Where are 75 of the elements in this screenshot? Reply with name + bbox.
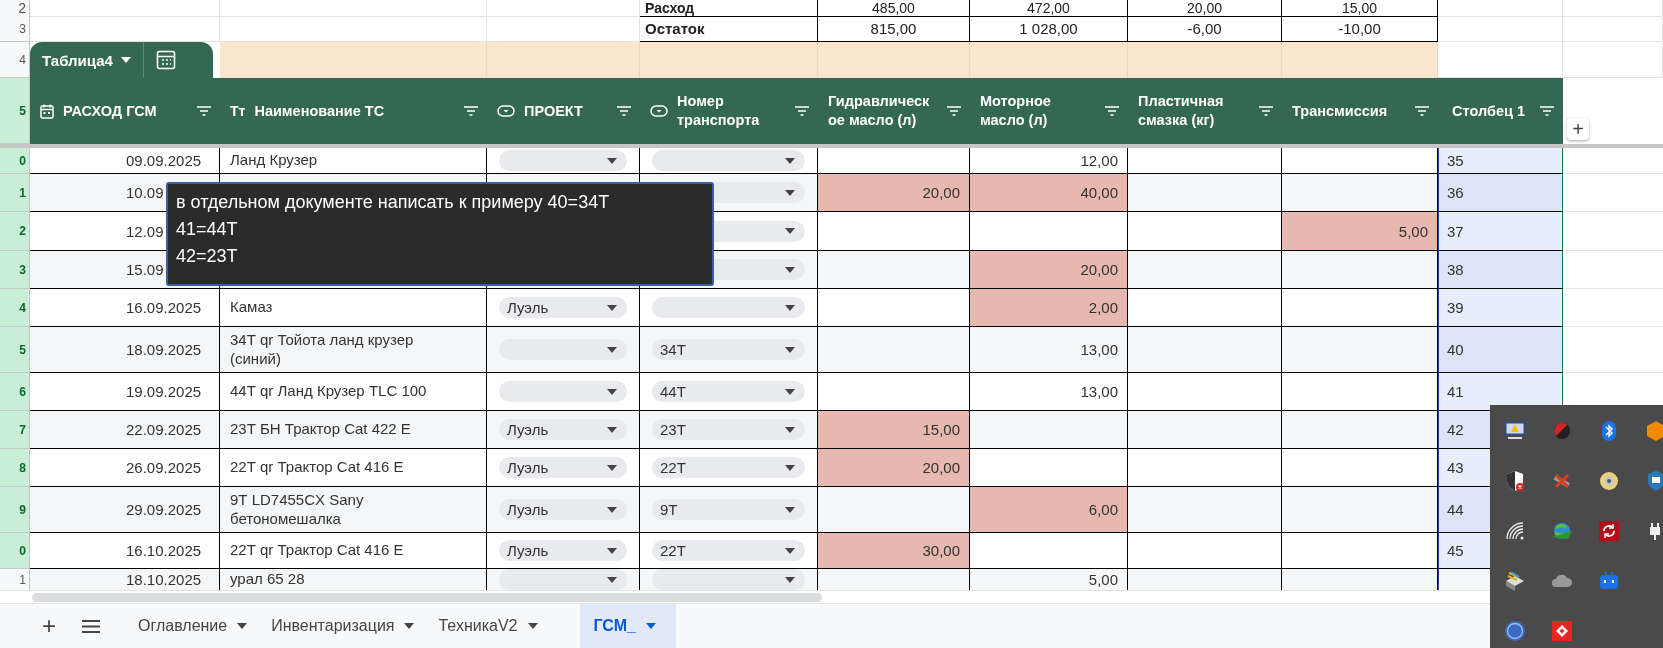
row-header[interactable]: 3	[0, 251, 30, 289]
column-title: Номер транспорта	[677, 92, 761, 130]
date-cell: 29.09.2025	[30, 487, 220, 533]
index-cell: 35	[1438, 148, 1563, 174]
transport-dropdown[interactable]: 44Т	[652, 381, 805, 402]
index-cell: 37	[1438, 212, 1563, 251]
value-cell: 20,00	[818, 449, 970, 487]
summary-value: 485,00	[818, 0, 970, 17]
transport-dropdown[interactable]: 22Т	[652, 457, 805, 478]
transport-dropdown[interactable]: 23Т	[652, 419, 805, 440]
date-cell: 18.09.2025	[30, 327, 220, 373]
table-tab[interactable]: Таблица4	[30, 42, 213, 78]
text-type-icon: Тт	[230, 103, 246, 119]
row-header[interactable]: 8	[0, 449, 30, 487]
project-dropdown[interactable]: Луэль	[499, 419, 627, 440]
sheet-tab[interactable]: Оглавление	[126, 604, 260, 648]
value-cell: 20,00	[970, 251, 1128, 289]
project-dropdown[interactable]: Луэль	[499, 457, 627, 478]
row-header[interactable]: 0	[0, 533, 30, 569]
row-header[interactable]: 6	[0, 373, 30, 411]
column-title: Гидравлическое масло (л)	[828, 92, 931, 130]
row-header[interactable]: 1	[0, 569, 30, 590]
date-cell: 18.10.2025	[30, 569, 220, 590]
name-cell: 34Т qr Тойота ланд крузер (синий)	[220, 327, 487, 373]
column-title: Столбец 1	[1451, 101, 1526, 121]
name-cell: урал 65 28	[220, 569, 487, 590]
name-cell: 23Т БН Трактор Cat 422 E	[220, 411, 487, 449]
value-cell: 40,00	[970, 174, 1128, 212]
index-cell: 39	[1438, 289, 1563, 327]
comment-tooltip: в отдельном документе написать к примеру 40=34Т 41=44Т 42=23Т	[166, 182, 714, 286]
transport-dropdown[interactable]: 22Т	[652, 540, 805, 561]
value-cell: 5,00	[970, 569, 1128, 590]
sheet-tab[interactable]: ТехникаV2	[426, 604, 550, 648]
column-title: Наименование ТС	[254, 101, 386, 121]
value-cell: 13,00	[970, 327, 1128, 373]
project-dropdown[interactable]: Луэль	[499, 297, 627, 318]
row-header[interactable]: 0	[0, 148, 30, 174]
column-title: Моторное масло (л)	[980, 92, 1052, 130]
summary-value: 20,00	[1128, 0, 1282, 17]
project-dropdown[interactable]: Луэль	[499, 540, 627, 561]
column-title: РАСХОД ГСМ	[63, 101, 158, 121]
index-cell: 38	[1438, 251, 1563, 289]
index-cell: 36	[1438, 174, 1563, 212]
value-cell: 30,00	[818, 533, 970, 569]
row-header[interactable]: 9	[0, 487, 30, 533]
column-title: Пластичная смазка (кг)	[1138, 92, 1225, 130]
row-header[interactable]: 4	[0, 42, 30, 78]
value-cell: 2,00	[970, 289, 1128, 327]
name-cell: 9Т LD7455CX Sany бетономешалка	[220, 487, 487, 533]
row-header[interactable]: 5	[0, 327, 30, 373]
value-cell: 15,00	[818, 411, 970, 449]
row-header[interactable]: 2	[0, 212, 30, 251]
value-cell: 6,00	[970, 487, 1128, 533]
add-sheet-button[interactable]: +	[36, 604, 62, 648]
column-title: ПРОЕКТ	[524, 101, 584, 121]
row-header[interactable]: 5	[0, 78, 30, 144]
sheet-tab[interactable]: Инвентаризация	[259, 604, 427, 648]
index-cell: 41	[1438, 373, 1563, 411]
row-header[interactable]: 4	[0, 289, 30, 327]
summary-value: 472,00	[970, 0, 1128, 17]
index-cell: 40	[1438, 327, 1563, 373]
transport-dropdown[interactable]: 34Т	[652, 339, 805, 360]
summary-value: 15,00	[1282, 0, 1438, 17]
add-column-button[interactable]: +	[1567, 118, 1589, 140]
value-cell: 20,00	[818, 174, 970, 212]
column-title: Трансмиссия	[1292, 101, 1389, 121]
row-header[interactable]: 7	[0, 411, 30, 449]
sheet-tab[interactable]: ГСМ_	[579, 604, 676, 648]
summary-label: Расход	[640, 0, 818, 17]
project-dropdown[interactable]: Луэль	[499, 499, 627, 520]
transport-dropdown[interactable]: 9Т	[652, 499, 805, 520]
row-header[interactable]: 1	[0, 174, 30, 212]
date-cell: 22.09.2025	[30, 411, 220, 449]
row-header[interactable]: 3	[0, 16, 30, 42]
value-cell: 5,00	[1282, 212, 1438, 251]
